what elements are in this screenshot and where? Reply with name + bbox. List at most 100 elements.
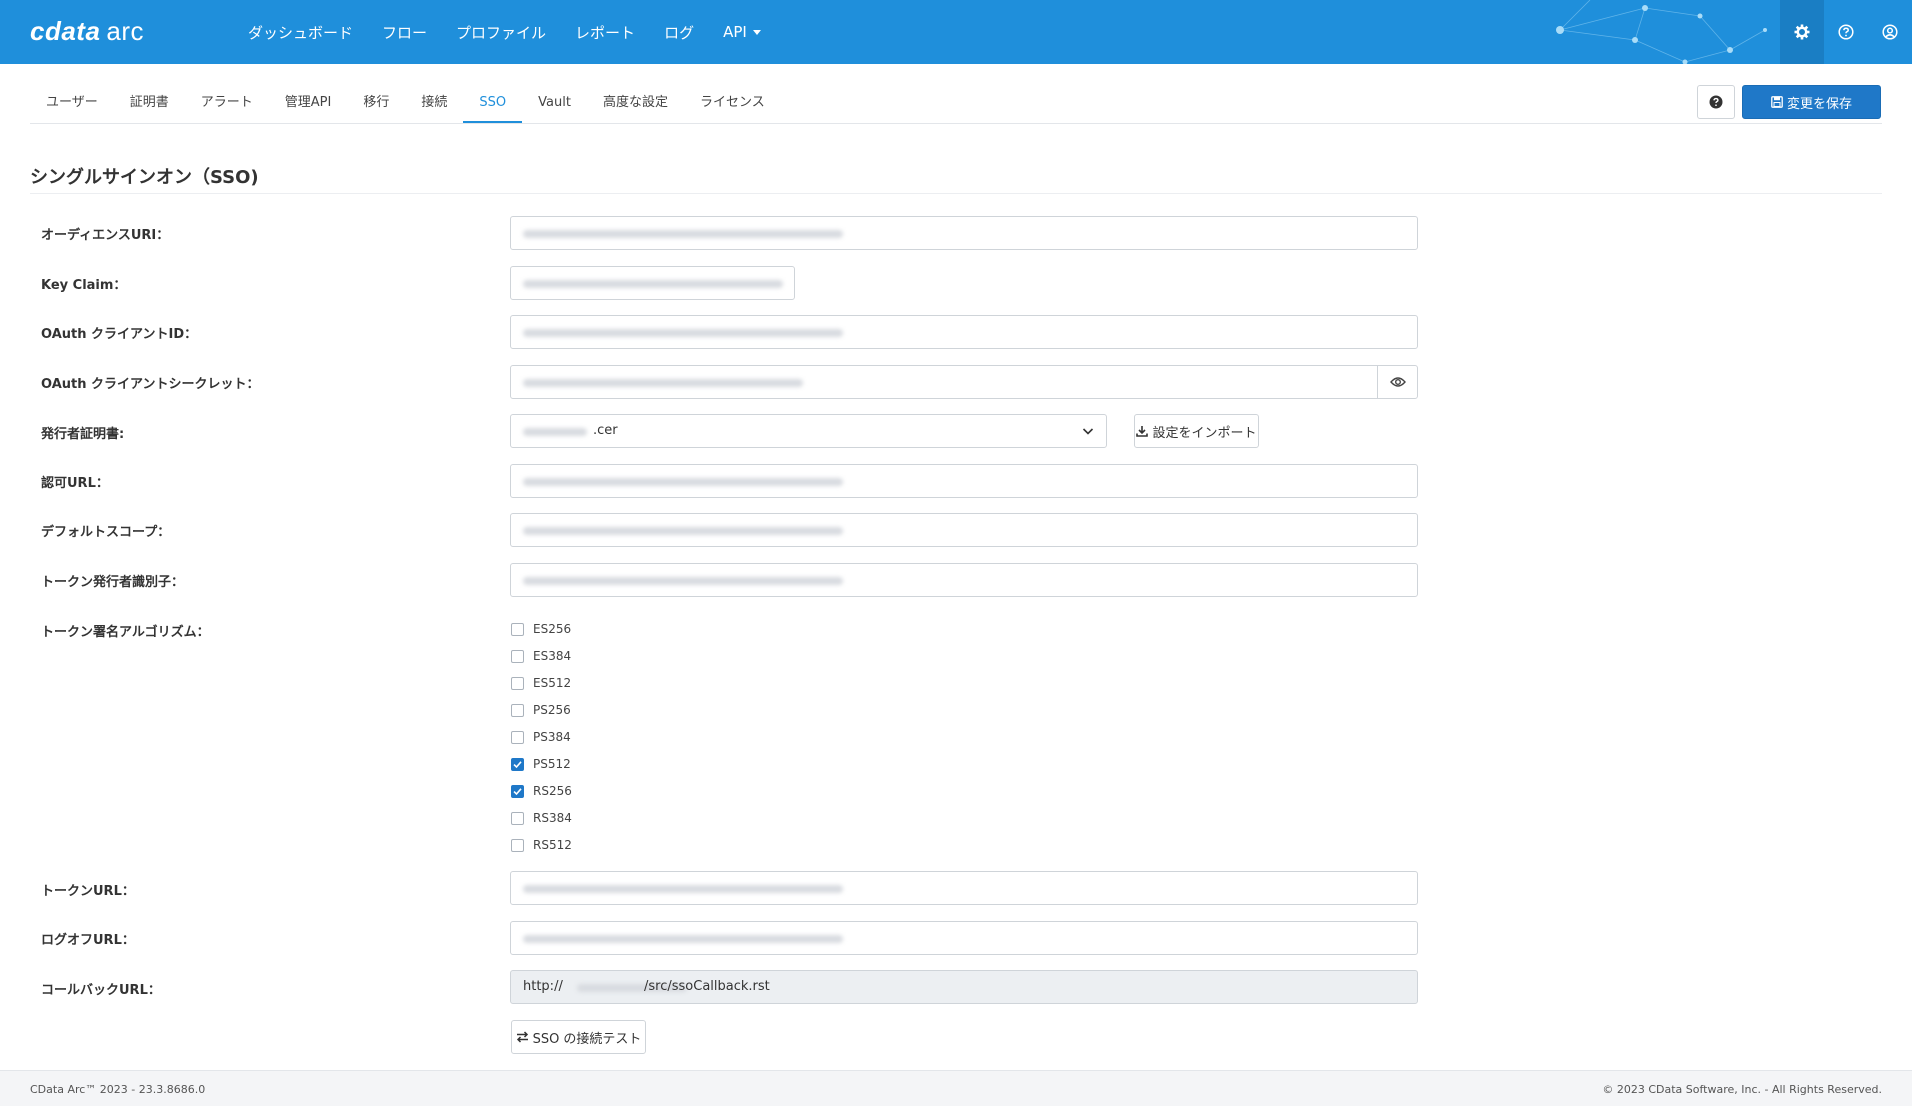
algorithm-checkbox[interactable] xyxy=(511,811,524,825)
redacted-value xyxy=(523,280,783,288)
algorithm-checkbox[interactable] xyxy=(511,784,524,798)
redacted-value xyxy=(523,577,843,585)
page-help-button[interactable] xyxy=(1697,85,1735,119)
algorithm-label: RS384 xyxy=(533,811,572,825)
save-changes-button[interactable]: 変更を保存 xyxy=(1742,85,1881,119)
save-label: 変更を保存 xyxy=(1786,96,1852,112)
algorithm-option-es256[interactable]: ES256 xyxy=(511,622,571,636)
tab-users[interactable]: ユーザー xyxy=(30,86,114,124)
tabs-divider xyxy=(30,123,1882,124)
page-title: シングルサインオン（SSO) xyxy=(30,167,259,188)
redacted-value xyxy=(523,478,843,486)
checkmark-icon xyxy=(513,787,522,795)
audience-uri-input[interactable] xyxy=(510,216,1418,250)
algorithm-option-rs256[interactable]: RS256 xyxy=(511,784,572,798)
redacted-value xyxy=(523,230,843,238)
algorithm-checkbox[interactable] xyxy=(511,622,524,636)
caret-down-icon xyxy=(752,30,761,35)
token-url-input[interactable] xyxy=(510,871,1418,905)
top-navbar: cdata arc ダッシュボード フロー プロファイル レポート ログ API xyxy=(0,0,1912,64)
tab-license[interactable]: ライセンス xyxy=(684,86,781,124)
header-icons xyxy=(1780,0,1912,64)
tab-admin-api[interactable]: 管理API xyxy=(269,86,348,124)
settings-button[interactable] xyxy=(1780,0,1824,64)
callback-url-suffix: /src/ssoCallback.rst xyxy=(644,979,770,994)
algorithm-label: PS384 xyxy=(533,730,571,744)
algorithm-option-es512[interactable]: ES512 xyxy=(511,676,571,690)
auth-url-input[interactable] xyxy=(510,464,1418,498)
help-button[interactable] xyxy=(1824,0,1868,64)
algorithm-option-es384[interactable]: ES384 xyxy=(511,649,571,663)
tab-alerts[interactable]: アラート xyxy=(185,86,269,124)
nav-profile[interactable]: プロファイル xyxy=(456,22,546,43)
redacted-value xyxy=(523,329,843,337)
algorithm-checkbox[interactable] xyxy=(511,703,524,717)
user-menu-button[interactable] xyxy=(1868,0,1912,64)
cdata-arc-logo[interactable]: cdata arc xyxy=(30,16,144,47)
tab-sso[interactable]: SSO xyxy=(463,86,523,124)
key-claim-label: Key Claim： xyxy=(41,278,127,293)
tab-connections[interactable]: 接続 xyxy=(405,86,463,124)
tab-certificates[interactable]: 証明書 xyxy=(114,86,185,124)
algorithm-checkbox[interactable] xyxy=(511,757,524,771)
copyright-text: © 2023 CData Software, Inc. - All Rights… xyxy=(1602,1083,1882,1096)
algorithm-option-ps512[interactable]: PS512 xyxy=(511,757,571,771)
callback-url-label: コールバックURL： xyxy=(41,983,161,998)
default-scope-input[interactable] xyxy=(510,513,1418,547)
title-divider xyxy=(30,193,1882,194)
logoff-url-label: ログオフURL： xyxy=(41,933,135,948)
redacted-value xyxy=(523,935,843,943)
algorithm-label: PS512 xyxy=(533,757,571,771)
sso-test-label: SSO の接続テスト xyxy=(532,1031,642,1047)
algorithm-checkbox[interactable] xyxy=(511,838,524,852)
token-issuer-input[interactable] xyxy=(510,563,1418,597)
redacted-value xyxy=(523,428,587,436)
algorithm-option-ps256[interactable]: PS256 xyxy=(511,703,571,717)
nav-dashboard[interactable]: ダッシュボード xyxy=(248,22,353,43)
exchange-arrows-icon xyxy=(516,1031,528,1043)
client-id-input[interactable] xyxy=(510,315,1418,349)
eye-icon xyxy=(1389,377,1406,387)
nav-api[interactable]: API xyxy=(723,23,761,41)
algorithm-option-rs384[interactable]: RS384 xyxy=(511,811,572,825)
default-scope-label: デフォルトスコープ： xyxy=(41,525,171,540)
algorithm-option-rs512[interactable]: RS512 xyxy=(511,838,572,852)
tab-advanced[interactable]: 高度な設定 xyxy=(587,86,684,124)
algorithm-label: ES384 xyxy=(533,649,572,663)
algorithm-checkbox[interactable] xyxy=(511,676,524,690)
issuer-cert-label: 発行者証明書: xyxy=(41,427,125,442)
issuer-cert-select[interactable]: .cer xyxy=(510,414,1107,448)
token-issuer-label: トークン発行者識別子： xyxy=(41,575,185,590)
redacted-value xyxy=(523,527,843,535)
settings-tabs: ユーザー 証明書 アラート 管理API 移行 接続 SSO Vault 高度な設… xyxy=(30,86,781,124)
import-settings-button[interactable]: 設定をインポート xyxy=(1134,414,1259,448)
nav-logs[interactable]: ログ xyxy=(664,22,694,43)
chevron-down-icon xyxy=(1082,428,1094,435)
nav-reports[interactable]: レポート xyxy=(575,22,635,43)
question-circle-icon xyxy=(1709,95,1723,109)
sso-test-button[interactable]: SSO の接続テスト xyxy=(511,1020,646,1054)
redacted-value xyxy=(523,379,803,387)
nav-flows[interactable]: フロー xyxy=(382,22,427,43)
algorithm-option-ps384[interactable]: PS384 xyxy=(511,730,571,744)
save-floppy-icon xyxy=(1771,96,1783,108)
audience-uri-label: オーディエンスURI： xyxy=(41,228,170,243)
redacted-value xyxy=(523,885,843,893)
algorithm-checkbox[interactable] xyxy=(511,730,524,744)
issuer-cert-value: .cer xyxy=(593,423,618,438)
logoff-url-input[interactable] xyxy=(510,921,1418,955)
tab-vault[interactable]: Vault xyxy=(522,86,587,124)
import-label: 設定をインポート xyxy=(1152,425,1257,441)
client-secret-label: OAuth クライアントシークレット： xyxy=(41,377,260,392)
show-secret-button[interactable] xyxy=(1377,366,1417,398)
client-secret-input[interactable] xyxy=(510,365,1418,399)
nav-api-label: API xyxy=(723,23,747,41)
key-claim-input[interactable] xyxy=(510,266,795,300)
algorithm-checkbox[interactable] xyxy=(511,649,524,663)
token-url-label: トークンURL： xyxy=(41,884,135,899)
help-circle-icon xyxy=(1838,24,1854,40)
algorithm-label: RS512 xyxy=(533,838,572,852)
page-footer: CData Arc™ 2023 - 23.3.8686.0 © 2023 CDa… xyxy=(0,1070,1912,1106)
algorithm-label: PS256 xyxy=(533,703,571,717)
tab-migration[interactable]: 移行 xyxy=(347,86,405,124)
